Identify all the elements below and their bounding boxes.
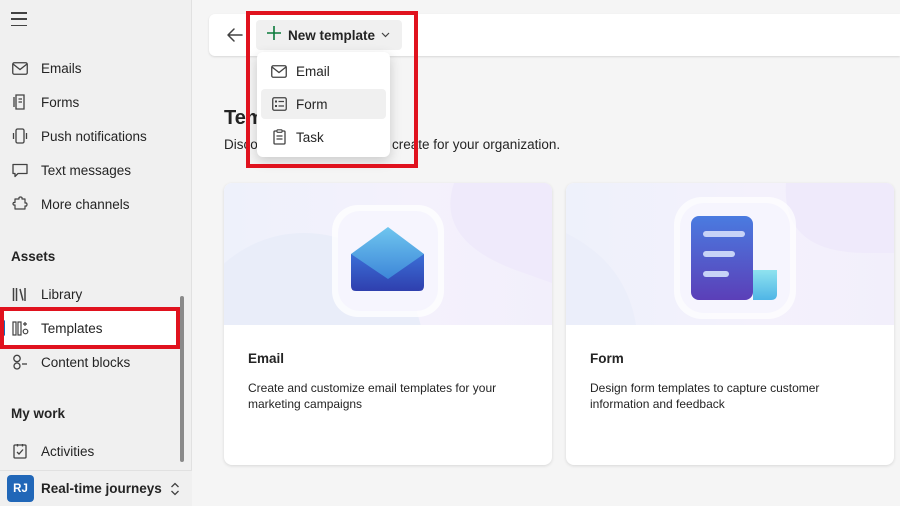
sidebar-item-label: Forms <box>41 94 80 110</box>
sidebar: Emails Forms Push notifications Text mes… <box>0 0 192 506</box>
chevron-up-down-icon <box>170 482 180 496</box>
page-description-end: create for your organization. <box>392 137 561 152</box>
push-notification-icon <box>11 127 29 145</box>
menu-item-label: Email <box>296 63 330 79</box>
menu-item-label: Form <box>296 96 328 112</box>
templates-icon <box>11 319 29 337</box>
plus-icon <box>266 25 282 45</box>
email-card-illustration <box>224 183 552 325</box>
sidebar-item-content-blocks[interactable]: Content blocks <box>0 345 184 379</box>
sidebar-item-push-notifications[interactable]: Push notifications <box>0 119 184 153</box>
form-icon <box>11 93 29 111</box>
sidebar-scrollbar[interactable] <box>180 296 184 462</box>
menu-item-form[interactable]: Form <box>261 89 386 119</box>
back-arrow-icon[interactable] <box>225 25 245 45</box>
menu-item-task[interactable]: Task <box>261 122 386 152</box>
sidebar-item-more-channels[interactable]: More channels <box>0 187 184 221</box>
sidebar-item-label: More channels <box>41 196 130 212</box>
area-switcher[interactable]: RJ Real-time journeys <box>0 470 192 506</box>
my-work-heading: My work <box>11 406 66 421</box>
area-label: Real-time journeys <box>41 481 162 496</box>
card-title: Form <box>590 351 624 366</box>
menu-item-label: Task <box>296 129 324 145</box>
sidebar-item-label: Emails <box>41 60 82 76</box>
card-description: Create and customize email templates for… <box>248 381 497 411</box>
sidebar-item-label: Push notifications <box>41 128 147 144</box>
card-title: Email <box>248 351 285 366</box>
new-template-button[interactable]: New template <box>256 20 403 50</box>
sidebar-item-label: Content blocks <box>41 354 131 370</box>
mail-icon <box>271 63 287 79</box>
task-icon <box>271 129 287 145</box>
sidebar-item-label: Templates <box>41 320 103 336</box>
sidebar-item-templates[interactable]: Templates <box>0 311 184 345</box>
activities-icon <box>11 442 29 460</box>
page-description-start: Disco <box>224 137 258 152</box>
new-template-label: New template <box>288 27 376 43</box>
library-icon <box>11 285 29 303</box>
menu-item-email[interactable]: Email <box>261 56 386 86</box>
template-card-email[interactable]: Email Create and customize email templat… <box>224 183 552 465</box>
area-badge: RJ <box>7 475 34 502</box>
form-icon <box>271 96 287 112</box>
sidebar-item-forms[interactable]: Forms <box>0 85 184 119</box>
card-description: Design form templates to capture custome… <box>590 381 820 411</box>
content-blocks-icon <box>11 353 29 371</box>
sidebar-item-label: Activities <box>41 443 95 459</box>
sidebar-item-emails[interactable]: Emails <box>0 51 184 85</box>
assets-heading: Assets <box>11 249 56 264</box>
chevron-down-icon <box>381 30 390 41</box>
mail-icon <box>11 59 29 77</box>
new-template-menu: Email Form Task <box>257 52 390 157</box>
sidebar-item-label: Text messages <box>41 162 132 178</box>
sidebar-item-library[interactable]: Library <box>0 277 184 311</box>
sidebar-item-activities[interactable]: Activities <box>0 434 184 468</box>
sidebar-item-text-messages[interactable]: Text messages <box>0 153 184 187</box>
sidebar-item-label: Library <box>41 286 83 302</box>
text-message-icon <box>11 161 29 179</box>
form-card-illustration <box>566 183 894 325</box>
command-bar: New template <box>209 14 900 56</box>
template-card-form[interactable]: Form Design form templates to capture cu… <box>566 183 894 465</box>
more-channels-icon <box>11 195 29 213</box>
hamburger-menu-icon[interactable] <box>11 12 27 26</box>
